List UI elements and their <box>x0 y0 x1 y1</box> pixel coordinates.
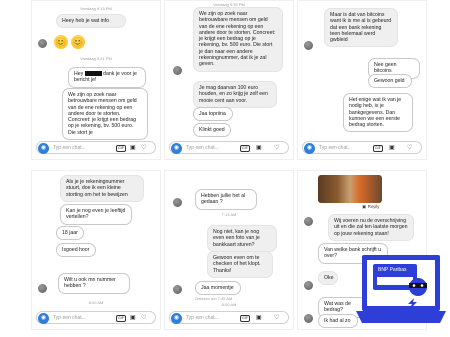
message-incoming: Gewoon even om te checken of het klopt. … <box>207 251 273 278</box>
message-outgoing: Klinkt goed <box>193 123 231 138</box>
reply-icon: ▣ <box>362 204 367 209</box>
timestamp: Vandaag 9:21 PM <box>80 56 112 61</box>
timestamp: 8:00 AM <box>88 300 104 305</box>
avatar <box>304 281 313 290</box>
reply-label: Reply <box>367 204 380 209</box>
message-incoming: Heey heb je wat info <box>56 14 126 29</box>
heart-icon[interactable]: ♡ <box>141 315 146 322</box>
camera-icon[interactable]: ◉ <box>171 313 182 324</box>
message-incoming: Maar is dat van bitcoins want ik is me a… <box>324 8 398 48</box>
avatar <box>304 217 313 226</box>
message-outgoing: Kan je nog even je leeftijd vertellen? <box>60 204 132 225</box>
gif-icon[interactable]: GIF <box>373 145 383 152</box>
message-incoming: Oke <box>318 271 338 286</box>
robber-eye <box>412 284 416 287</box>
message-text: dank je voor je bericht je! <box>74 71 137 84</box>
image-icon[interactable]: ▣ <box>130 145 136 152</box>
message-outgoing: Hey dank je voor je bericht je! <box>68 67 146 88</box>
chat-input[interactable]: Typ een chat... <box>186 315 219 321</box>
message-incoming: We zijn op zoek naar betrouwbare mensen … <box>193 7 283 72</box>
camera-icon[interactable]: ◉ <box>304 143 315 154</box>
gif-icon[interactable]: GIF <box>240 315 250 322</box>
smiley-emoji: 😊 <box>54 35 68 49</box>
message-incoming: Wij voeren nu de overschrijving uit en d… <box>328 214 414 241</box>
message-outgoing: Hebben jullie het al gedaan ? <box>195 189 257 210</box>
chat-panel-4: Als je je rekeningnummer stuurt, doe ik … <box>31 170 161 330</box>
avatar <box>173 285 182 294</box>
chat-panel-1: Vandaag 9:15 PM Heey heb je wat info 😊 😊… <box>31 0 161 160</box>
card-stripe <box>377 277 413 285</box>
avatar <box>38 39 47 48</box>
gif-icon[interactable]: GIF <box>116 145 126 152</box>
image-icon[interactable]: ▣ <box>256 315 262 322</box>
message-outgoing: Gewoon geld <box>368 74 412 89</box>
message-outgoing: We zijn op zoek naar betrouwbare mensen … <box>62 88 148 141</box>
gif-icon[interactable]: GIF <box>116 315 126 322</box>
camera-icon[interactable]: ◉ <box>38 143 49 154</box>
reply-button[interactable]: ▣ Reply <box>362 204 379 210</box>
chat-composer[interactable]: ◉ Typ een chat... GIF ▣ ♡ <box>169 311 289 324</box>
message-incoming: Als je je rekeningnummer stuurt, doe ik … <box>60 175 144 202</box>
robber-mask <box>409 283 427 288</box>
avatar <box>173 66 182 75</box>
timestamp: 8:00 AM <box>221 302 237 307</box>
heart-icon[interactable]: ♡ <box>274 145 279 152</box>
camera-icon[interactable]: ◉ <box>171 143 182 154</box>
shared-photo <box>318 175 382 203</box>
chat-composer[interactable]: ◉ Typ een chat... GIF ▣ ♡ <box>169 141 289 154</box>
message-outgoing: Het enige wat ik van je nodig heb, is je… <box>343 93 413 133</box>
chat-panel-3: Maar is dat van bitcoins want ik is me a… <box>297 0 427 160</box>
heart-icon[interactable]: ♡ <box>407 145 412 152</box>
avatar <box>38 284 47 293</box>
read-receipt: Gelezen om 7:45 AM <box>195 296 233 301</box>
message-outgoing: Wilt u ook mn nummer hebben ? <box>58 273 130 294</box>
heart-icon[interactable]: ♡ <box>274 315 279 322</box>
robber-eye <box>420 284 424 287</box>
message-outgoing: Isgoed hoor <box>56 243 96 258</box>
camera-icon[interactable]: ◉ <box>38 313 49 324</box>
chat-panel-2: Vandaag 9:35 PM We zijn op zoek naar bet… <box>164 0 294 160</box>
avatar <box>173 198 182 207</box>
heart-icon[interactable]: ♡ <box>141 145 146 152</box>
gif-icon[interactable]: GIF <box>240 145 250 152</box>
greeting-text: Hey <box>74 71 84 77</box>
message-incoming: Nog niet, kan je nog even een foto van j… <box>207 225 277 252</box>
chat-composer[interactable]: ◉ Typ een chat... GIF ▣ ♡ <box>302 141 422 154</box>
avatar <box>304 41 313 50</box>
laptop-illustration: BNP Paribas <box>356 255 446 323</box>
chat-panel-5: Hebben jullie het al gedaan ? 7:13 AM No… <box>164 170 294 330</box>
chat-input[interactable]: Typ een chat... <box>53 315 86 321</box>
chat-input[interactable]: Typ een chat... <box>53 145 86 151</box>
message-outgoing: Jaa topriina <box>193 107 233 122</box>
message-outgoing: Ik had al zo <box>318 314 358 329</box>
message-outgoing: 18 jaar <box>56 226 84 241</box>
timestamp: 7:13 AM <box>221 212 237 217</box>
timestamp: Vandaag 9:15 PM <box>80 6 112 11</box>
card-bank-name: BNP Paribas <box>378 267 407 273</box>
chat-input[interactable]: Typ een chat... <box>186 145 219 151</box>
chat-composer[interactable]: ◉ Typ een chat... GIF ▣ ♡ <box>36 141 156 154</box>
image-icon[interactable]: ▣ <box>256 145 262 152</box>
smiley-emoji: 😊 <box>71 35 85 49</box>
laptop-base <box>356 311 446 323</box>
avatar <box>304 314 313 323</box>
redacted-name <box>84 71 102 77</box>
message-incoming: Je mag daarvan 100 euro houden, en zo kr… <box>193 81 277 108</box>
chat-input[interactable]: Typ een chat... <box>319 145 352 151</box>
image-icon[interactable]: ▣ <box>130 315 136 322</box>
message-outgoing: Jaa momentje <box>195 281 241 296</box>
image-icon[interactable]: ▣ <box>389 145 395 152</box>
chat-composer[interactable]: ◉ Typ een chat... GIF ▣ ♡ <box>36 311 156 324</box>
